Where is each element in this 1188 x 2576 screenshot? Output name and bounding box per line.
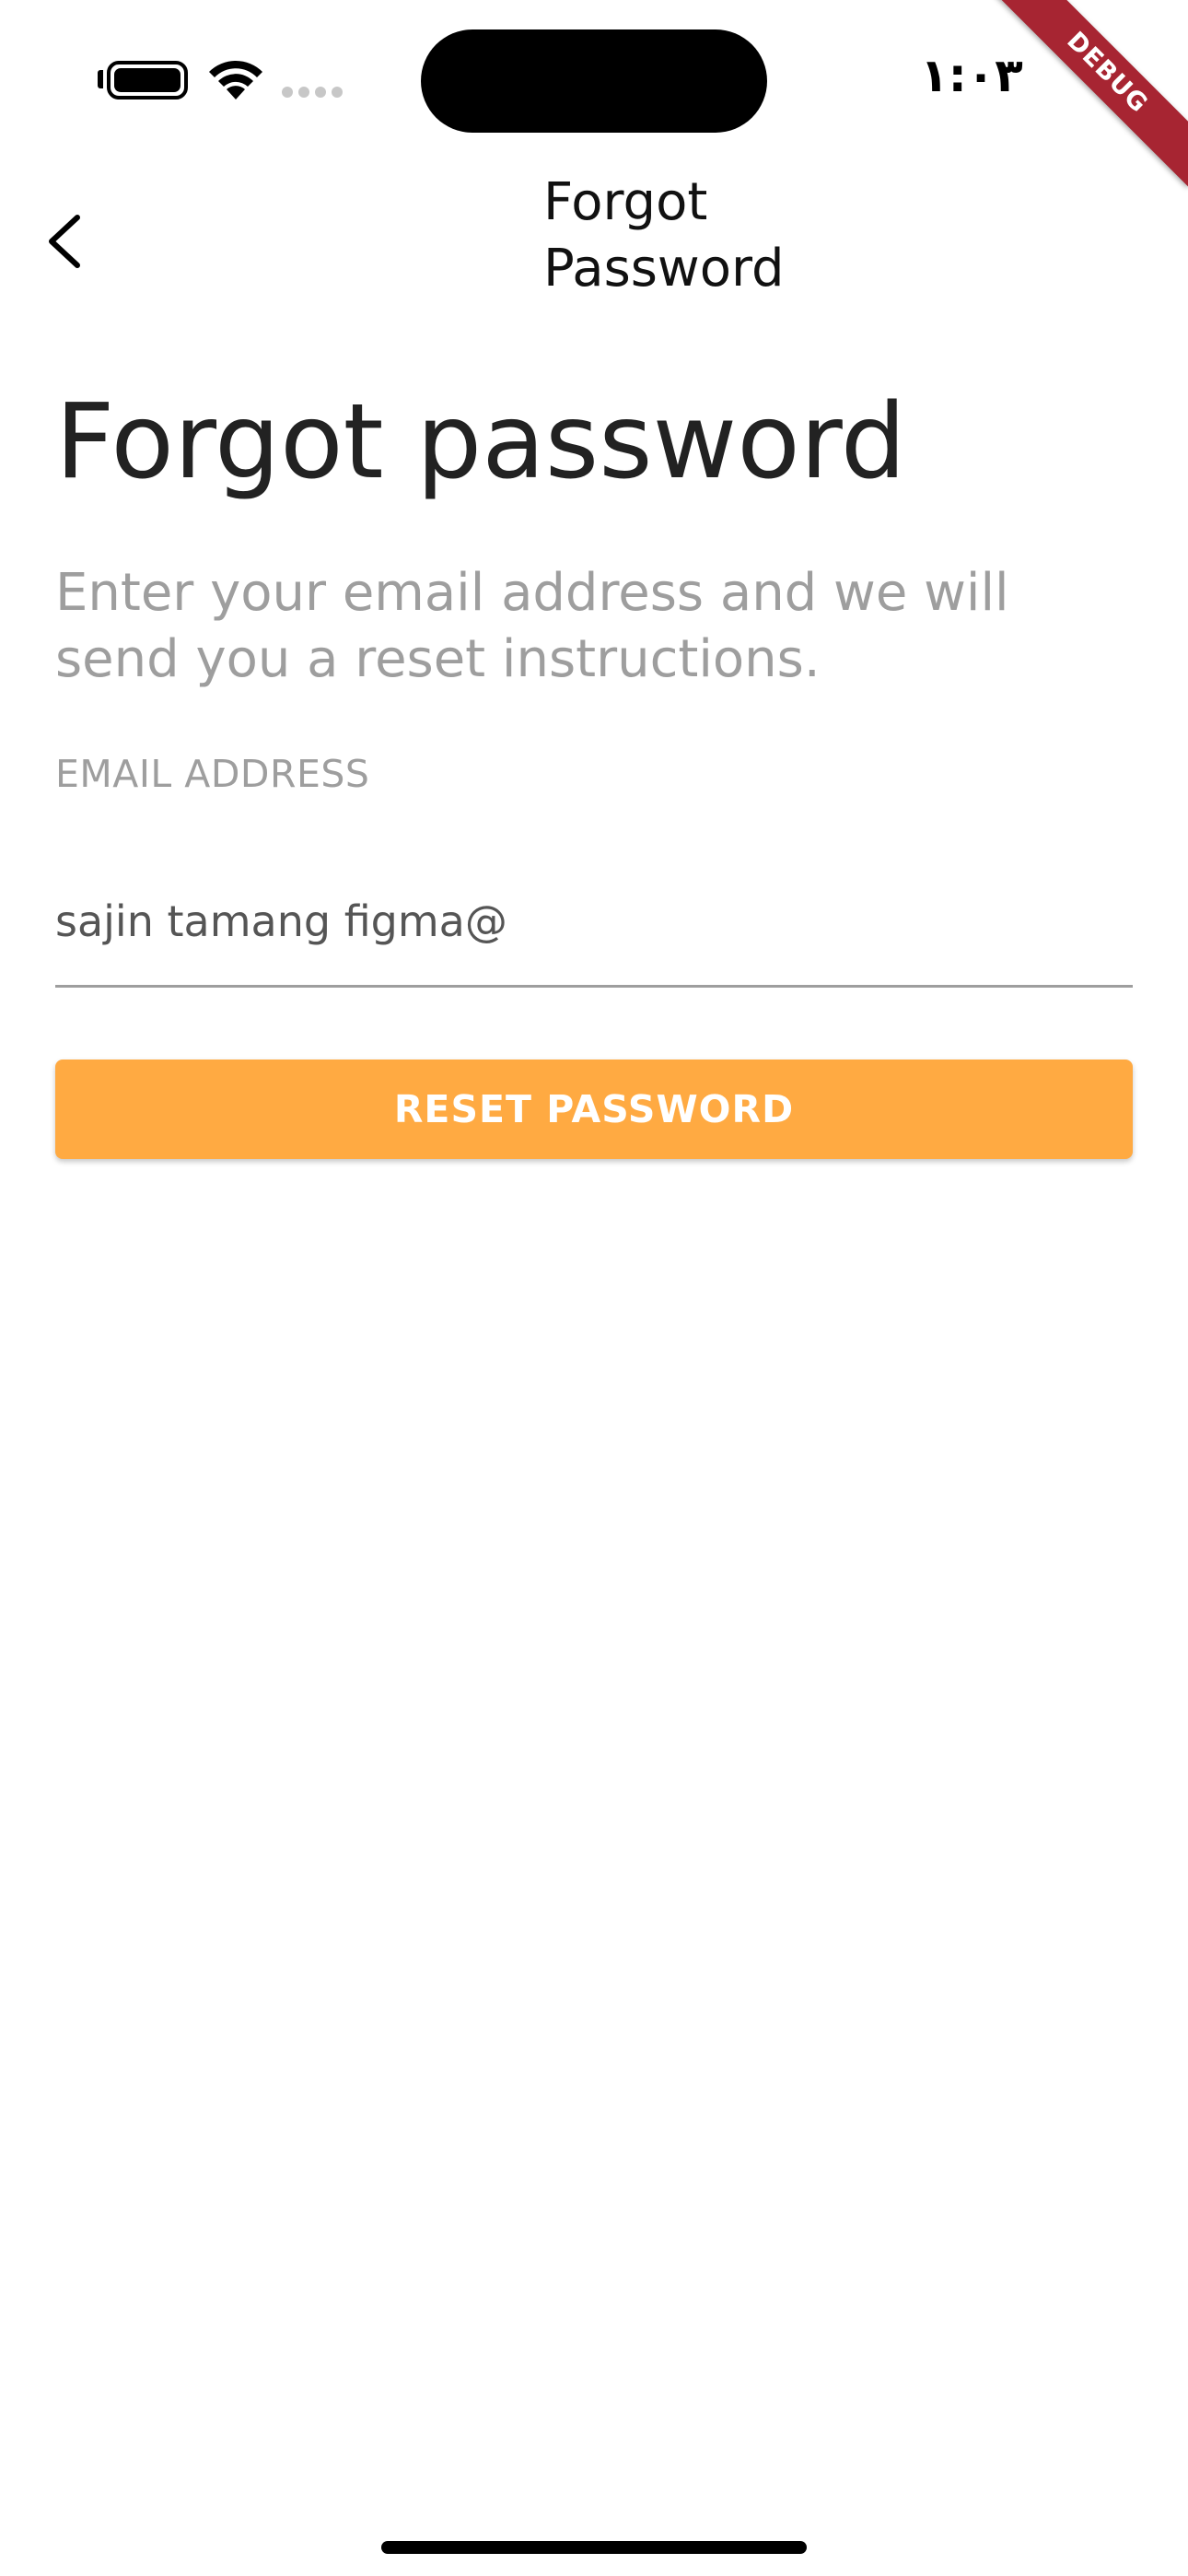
back-button[interactable] — [31, 203, 98, 280]
reset-password-button[interactable]: RESET PASSWORD — [55, 1060, 1133, 1159]
chevron-left-icon — [49, 215, 80, 268]
battery-cap — [98, 70, 103, 88]
email-field[interactable] — [55, 875, 1133, 988]
email-input[interactable] — [55, 875, 1133, 967]
instructions-text: Enter your email address and we will sen… — [55, 563, 1009, 689]
forgot-password-heading: Forgot password — [55, 382, 906, 502]
email-label: EMAIL ADDRESS — [55, 752, 370, 796]
dynamic-island — [421, 29, 767, 133]
home-indicator — [381, 2541, 807, 2554]
page-title: Forgot Password — [543, 172, 785, 299]
app-bar: Forgot Password — [0, 157, 1188, 322]
battery-icon — [107, 61, 188, 100]
wifi-icon — [209, 60, 262, 100]
status-time: ١:٠٣ — [920, 49, 1023, 102]
cellular-signal-icon — [282, 87, 343, 98]
status-bar: ١:٠٣ DEBUG — [0, 0, 1188, 187]
